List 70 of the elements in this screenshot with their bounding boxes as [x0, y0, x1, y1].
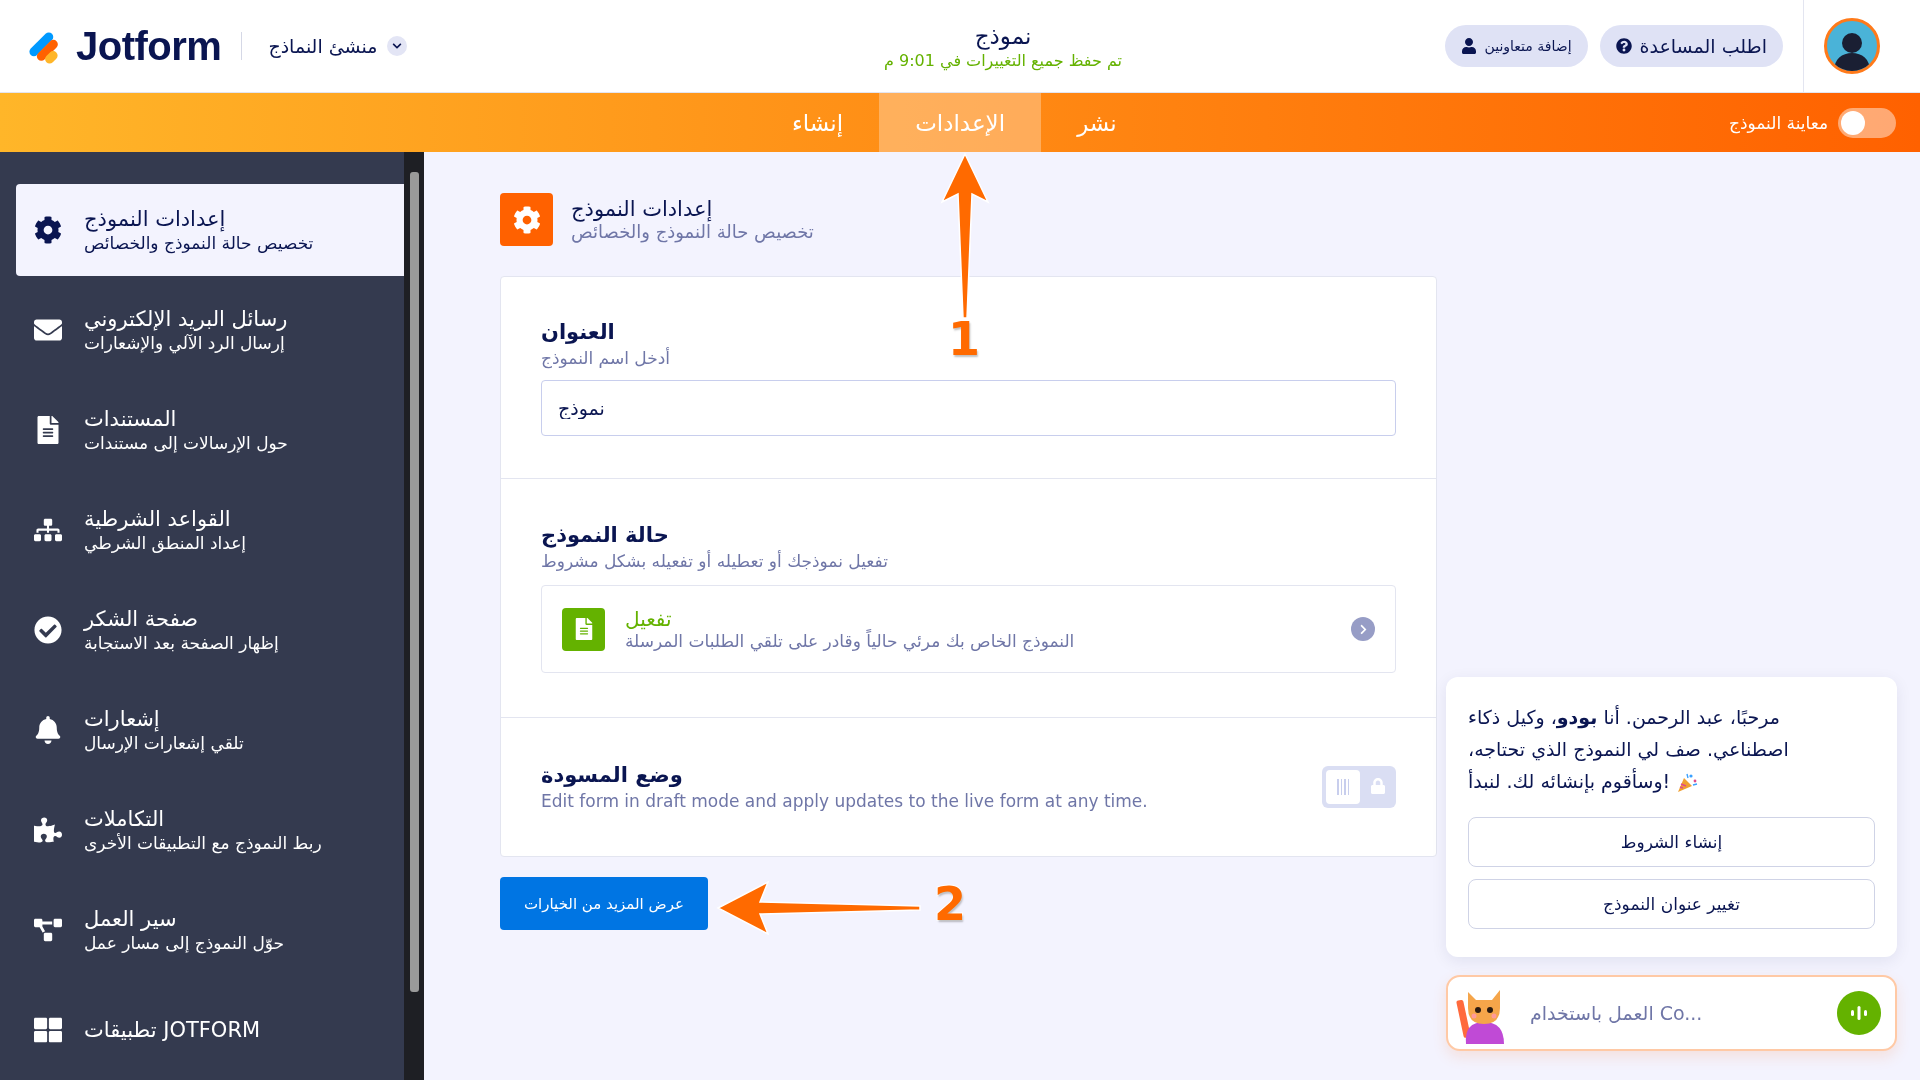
item-subtitle: تخصيص حالة النموذج والخصائص [84, 233, 314, 253]
item-title: القواعد الشرطية [84, 507, 232, 531]
item-subtitle: حوّل النموذج إلى مسار عمل [84, 933, 285, 953]
item-title: تطبيقات JOTFORM [84, 1018, 261, 1042]
gear-icon [500, 193, 553, 246]
form-title: نموذج [974, 22, 1032, 49]
draft-mode-toggle[interactable] [1322, 766, 1396, 808]
assistant-message: مرحبًا، عبد الرحمن. أنا بودو، وكيل ذكاء اصطناعي. صف لي النموذج الذي تحتاجه، وسأقوم بإنشائه لك. لنبدأ! [1468, 704, 1790, 796]
item-title: صفحة الشكر [84, 607, 200, 631]
more-options-button[interactable]: عرض المزيد من الخيارات [500, 877, 708, 930]
panel-title: إعدادات النموذج [571, 197, 714, 221]
item-title: المستندات [84, 407, 178, 431]
person-icon [1460, 38, 1477, 54]
help-icon [1615, 38, 1632, 54]
item-title: التكاملات [84, 807, 166, 831]
item-subtitle: إرسال الرد الآلي والإشعارات [84, 333, 286, 353]
workflow-icon [34, 916, 62, 944]
sidebar-item[interactable]: تطبيقات JOTFORM [16, 984, 404, 1076]
scrollbar-thumb[interactable] [409, 172, 419, 992]
section-description: Edit form in draft mode and apply updates to the live form at any time. [541, 791, 1148, 811]
gear-icon [34, 216, 62, 244]
item-title: إعدادات النموذج [84, 207, 227, 231]
sidebar-item[interactable]: القواعد الشرطية إعداد المنطق الشرطي [16, 484, 404, 576]
sidebar-item[interactable]: رسائل البريد الإلكتروني إرسال الرد الآلي والإشعارات [16, 284, 404, 376]
item-title: سير العمل [84, 907, 178, 931]
builder-menu[interactable]: منشئ النماذج [262, 34, 414, 58]
item-subtitle: حول الإرسالات إلى مستندات [84, 433, 288, 453]
suggestion-button[interactable]: إنشاء الشروط [1468, 817, 1875, 867]
hierarchy-icon [34, 516, 62, 544]
annotation-number: 2 [934, 877, 966, 931]
sidebar-item[interactable]: إعدادات النموذج تخصيص حالة النموذج والخصائص [16, 184, 404, 276]
section-description: أدخل اسم النموذج [541, 347, 670, 368]
sound-bars-icon [1851, 1006, 1867, 1020]
preview-label: معاينة النموذج [1728, 112, 1828, 133]
sidebar-item[interactable]: صفحة الشكر إظهار الصفحة بعد الاستجابة [16, 584, 404, 676]
chevron-right-icon [1351, 617, 1375, 641]
party-popper-icon [1676, 771, 1699, 794]
sidebar-item[interactable]: إشعارات تلقي إشعارات الإرسال [16, 684, 404, 776]
sidebar-item[interactable]: المستندات حول الإرسالات إلى مستندات [16, 384, 404, 476]
title-input[interactable]: نموذج [541, 379, 1396, 436]
item-title: رسائل البريد الإلكتروني [84, 307, 288, 331]
status-option[interactable]: تفعيل النموذج الخاص بك مرئي حالياً وقادر على تلقي الطلبات المرسلة [541, 585, 1396, 673]
section-title: وضع المسودة [541, 763, 683, 787]
voice-button[interactable] [1837, 991, 1881, 1035]
section-description: تفعيل نموذجك أو تعطيله أو تفعيله بشكل مشروط [541, 551, 888, 571]
section-title: حالة النموذج [541, 523, 669, 547]
item-subtitle: إعداد المنطق الشرطي [84, 533, 247, 553]
suggestion-button[interactable]: تغيير عنوان النموذج [1468, 879, 1875, 929]
puzzle-icon [34, 816, 62, 844]
preview-toggle[interactable] [1838, 107, 1896, 138]
help-button[interactable]: اطلب المساعدة [1599, 25, 1783, 67]
logo-text: Jotform [76, 23, 222, 69]
user-avatar[interactable] [1824, 18, 1880, 74]
panel-subtitle: تخصيص حالة النموذج والخصائص [571, 221, 814, 242]
annotation-number: 1 [948, 312, 980, 366]
sidebar-item[interactable]: سير العمل حوّل النموذج إلى مسار عمل [16, 884, 404, 976]
chevron-down-icon [387, 36, 408, 56]
section-title: العنوان [541, 319, 615, 344]
option-description: النموذج الخاص بك مرئي حالياً وقادر على تلقي الطلبات المرسلة [625, 631, 1075, 651]
assistant-input[interactable]: العمل باستخدام Co... [1446, 975, 1897, 1051]
item-subtitle: تلقي إشعارات الإرسال [84, 733, 244, 753]
option-title: تفعيل [625, 607, 673, 631]
item-subtitle: إظهار الصفحة بعد الاستجابة [84, 633, 279, 653]
sidebar-item[interactable]: التكاملات ربط النموذج مع التطبيقات الأخرى [16, 784, 404, 876]
grid-icon [34, 1016, 62, 1044]
bell-icon [34, 716, 62, 744]
item-title: إشعارات [84, 707, 161, 731]
save-status: تم حفظ جميع التغييرات في 9:01 م [884, 50, 1122, 70]
collaborators-button[interactable]: إضافة متعاونين [1444, 25, 1588, 67]
item-subtitle: ربط النموذج مع التطبيقات الأخرى [84, 833, 322, 853]
